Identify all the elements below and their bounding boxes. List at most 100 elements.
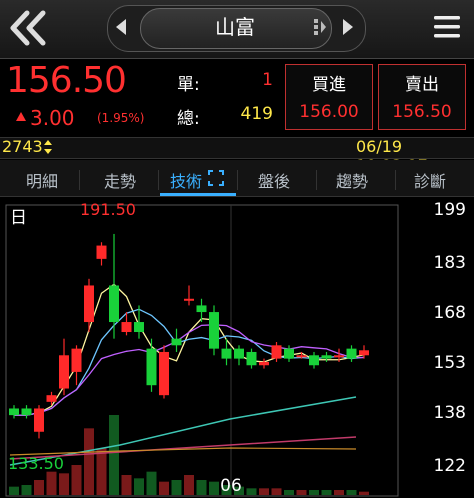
tab-diagnosis[interactable]: 診斷 xyxy=(414,168,446,192)
y-tick-label: 138 xyxy=(434,403,466,423)
candle-body xyxy=(21,408,32,416)
candle-body xyxy=(271,345,282,359)
period-label: 日 xyxy=(10,208,27,228)
next-stock-icon[interactable] xyxy=(341,17,355,37)
expand-icon[interactable] xyxy=(208,170,224,186)
candle-body xyxy=(209,312,219,349)
stock-name: 山富 xyxy=(215,15,255,39)
candle-body xyxy=(121,322,132,333)
low-price-label: 133.50 xyxy=(8,454,64,473)
y-tick-label: 168 xyxy=(434,303,466,323)
volume-bar xyxy=(209,481,219,495)
y-tick-label: 122 xyxy=(434,456,466,476)
volume-bar xyxy=(146,471,157,495)
y-tick-label: 183 xyxy=(434,253,466,273)
single-volume-label: 單: xyxy=(177,75,200,95)
sell-label: 賣出 xyxy=(405,75,439,95)
price-change: 3.00 xyxy=(30,106,75,130)
volume-bar xyxy=(321,490,332,495)
tab-after-hours[interactable]: 盤後 xyxy=(258,168,290,192)
volume-bar xyxy=(346,490,357,495)
candle-body xyxy=(34,408,44,432)
candle-body xyxy=(246,351,257,366)
updown-arrow-icon xyxy=(44,140,52,154)
tab-tendency[interactable]: 趨勢 xyxy=(336,168,368,192)
prev-stock-icon[interactable] xyxy=(114,17,128,37)
candle-body xyxy=(234,348,244,359)
volume-bar xyxy=(96,448,107,495)
tab-detail[interactable]: 明細 xyxy=(26,168,58,192)
candle-body xyxy=(9,408,19,416)
last-price: 156.50 xyxy=(6,60,127,101)
candle-body xyxy=(171,338,182,346)
candle-body xyxy=(359,350,369,356)
candle-body xyxy=(71,348,82,372)
sell-price: 156.50 xyxy=(392,102,452,122)
buy-label: 買進 xyxy=(312,75,346,95)
volume-bar xyxy=(159,481,169,495)
volume-bar xyxy=(134,478,144,495)
volume-bar xyxy=(271,488,282,495)
volume-bar xyxy=(9,486,19,495)
volume-bar xyxy=(71,465,82,495)
hamburger-menu-icon[interactable] xyxy=(433,13,461,41)
total-volume-label: 總: xyxy=(177,109,200,129)
candle-body xyxy=(346,348,357,359)
candle-body xyxy=(59,355,69,389)
tab-divider xyxy=(395,170,396,190)
volume-bar xyxy=(59,473,69,495)
high-price-label: 191.50 xyxy=(80,200,136,219)
candle-body xyxy=(134,322,144,333)
tab-divider xyxy=(316,170,317,190)
price-change-pct: (1.95%) xyxy=(97,111,145,125)
active-tab-indicator xyxy=(160,193,236,196)
grip-icon xyxy=(314,19,326,35)
candle-body xyxy=(284,348,294,359)
candle-body xyxy=(309,355,319,366)
volume-bar xyxy=(259,488,269,495)
tab-divider xyxy=(79,170,80,190)
volume-bar xyxy=(246,488,257,495)
volume-bar xyxy=(284,490,294,495)
candlestick-chart[interactable]: 199 183 168 153 138 122 日 191.50 133.50 06 xyxy=(0,197,474,498)
candle-body xyxy=(296,355,307,358)
candle-body xyxy=(84,285,94,323)
tab-divider xyxy=(158,170,159,190)
buy-price: 156.00 xyxy=(299,102,359,122)
single-volume: 1 xyxy=(262,70,273,90)
volume-bar xyxy=(309,490,319,495)
volume-bar xyxy=(109,415,119,495)
candle-body xyxy=(221,348,232,359)
total-volume: 419 xyxy=(240,104,273,124)
volume-bar xyxy=(34,480,44,495)
candle-body xyxy=(159,351,169,396)
tab-divider xyxy=(237,170,238,190)
volume-bar xyxy=(334,490,344,495)
tab-trend[interactable]: 走勢 xyxy=(104,168,136,192)
y-tick-label: 153 xyxy=(434,353,466,373)
volume-bar xyxy=(171,480,182,495)
candle-body xyxy=(146,348,157,386)
candle-body xyxy=(46,395,57,402)
ticker-code: 2743 xyxy=(2,137,43,156)
candle-body xyxy=(109,285,119,323)
volume-bar xyxy=(296,490,307,495)
x-tick-label: 06 xyxy=(220,476,242,496)
double-chevron-left-icon[interactable] xyxy=(8,10,48,46)
candle-body xyxy=(321,355,332,359)
candle-body xyxy=(259,361,269,366)
volume-bar xyxy=(84,428,94,495)
volume-bar xyxy=(359,491,369,495)
y-tick-label: 199 xyxy=(434,200,466,220)
candle-body xyxy=(96,245,107,259)
up-arrow-icon xyxy=(16,112,26,121)
volume-bar xyxy=(184,475,194,495)
tab-technical[interactable]: 技術 xyxy=(170,168,202,192)
volume-bar xyxy=(121,475,132,495)
candle-body xyxy=(196,305,207,313)
volume-bar xyxy=(21,485,32,495)
volume-bar xyxy=(46,471,57,495)
volume-bar xyxy=(196,480,207,495)
candle-body xyxy=(334,355,344,358)
candle-body xyxy=(184,298,194,301)
